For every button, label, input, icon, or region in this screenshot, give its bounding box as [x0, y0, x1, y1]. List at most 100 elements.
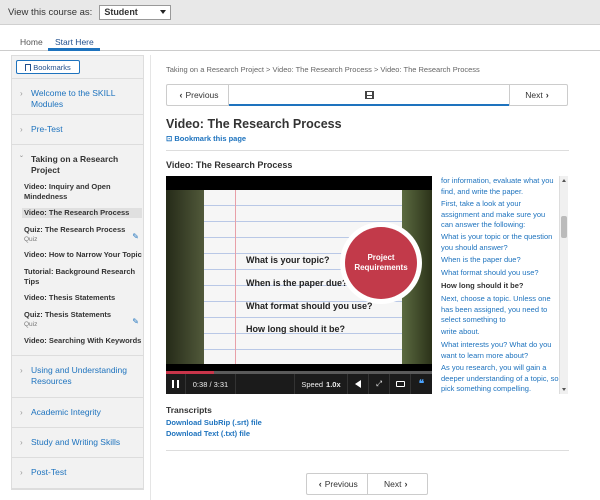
- video-question: What format should you use?: [246, 301, 373, 311]
- volume-icon: [355, 380, 361, 388]
- chevron-right-icon: ›: [20, 89, 23, 98]
- chevron-right-icon: ›: [20, 438, 23, 447]
- sidebar-item-thesis-quiz[interactable]: Quiz: Thesis Statements Quiz ✎: [24, 310, 142, 330]
- previous-label: Previous: [185, 90, 219, 100]
- sidebar-section-research-project[interactable]: ˇ Taking on a Research Project Video: Inq…: [12, 144, 143, 355]
- closed-captions-icon: [395, 381, 405, 387]
- transcript-line[interactable]: write about.: [441, 327, 559, 338]
- transcript-line[interactable]: As you research, you will gain a deeper …: [441, 363, 559, 395]
- video-section-title: Video: The Research Process: [166, 160, 293, 170]
- sidebar-section-study-writing[interactable]: › Study and Writing Skills: [12, 427, 143, 457]
- film-icon: [364, 91, 374, 99]
- closed-captions-button[interactable]: [390, 374, 411, 394]
- sidebar-section-academic-integrity[interactable]: › Academic Integrity: [12, 397, 143, 427]
- sidebar-section-label: Taking on a Research Project: [31, 154, 119, 175]
- video-question: When is the paper due?: [246, 278, 348, 288]
- bookmark-page-label: Bookmark this page: [174, 134, 247, 143]
- course-tabs: Home Start Here: [0, 25, 600, 51]
- sidebar-section-label: Using and Understanding Resources: [31, 365, 127, 386]
- video-frame[interactable]: What is your topic? When is the paper du…: [166, 190, 432, 364]
- previous-unit-button[interactable]: ‹ Previous: [167, 85, 229, 105]
- bottom-previous-button[interactable]: ‹ Previous: [307, 474, 368, 494]
- chevron-left-icon: ‹: [318, 479, 322, 489]
- transcript-line[interactable]: What interests you? What do you want to …: [441, 340, 559, 361]
- breadcrumb: Taking on a Research Project > Video: Th…: [166, 65, 480, 74]
- transcript-toggle-button[interactable]: ❝: [411, 374, 432, 394]
- next-label: Next: [384, 479, 402, 489]
- view-as-value: Student: [104, 7, 138, 17]
- sidebar-section-resources[interactable]: › Using and Understanding Resources: [12, 355, 143, 397]
- sidebar-item-thesis-video[interactable]: Video: Thesis Statements: [24, 293, 142, 303]
- download-srt-link[interactable]: Download SubRip (.srt) file: [166, 418, 262, 427]
- unit-navigation: ‹ Previous Next ›: [166, 84, 568, 106]
- edit-icon: ✎: [132, 232, 139, 241]
- view-as-label: View this course as:: [8, 6, 93, 18]
- sidebar-section-label: Academic Integrity: [31, 407, 101, 417]
- bottom-next-button[interactable]: Next ›: [368, 474, 428, 494]
- transcript-line[interactable]: First, take a look at your assignment an…: [441, 199, 559, 231]
- speed-button[interactable]: Speed 1.0x: [294, 374, 348, 394]
- tab-start-here[interactable]: Start Here: [55, 37, 94, 47]
- video-controls: 0:38 / 3:31 Speed 1.0x ⤢ ❝: [166, 374, 432, 394]
- transcript-line[interactable]: What is your topic or the question you s…: [441, 232, 559, 253]
- bookmarks-label: Bookmarks: [33, 62, 71, 72]
- sidebar-section-welcome[interactable]: › Welcome to the SKILL Modules: [12, 78, 143, 114]
- project-requirements-badge: Project Requirements: [345, 227, 417, 299]
- transcript-line-current[interactable]: How long should it be?: [441, 281, 559, 292]
- chevron-right-icon: ›: [20, 125, 23, 134]
- sidebar-section-label: Pre-Test: [31, 124, 63, 134]
- fullscreen-button[interactable]: ⤢: [369, 374, 390, 394]
- bookmark-icon: [25, 63, 32, 71]
- chevron-right-icon: ›: [545, 90, 549, 100]
- page-title: Video: The Research Process: [166, 117, 342, 131]
- pause-button[interactable]: [166, 374, 186, 394]
- sidebar-item-research-process-quiz[interactable]: Quiz: The Research Process Quiz ✎: [24, 225, 142, 245]
- transcript-line[interactable]: When is the paper due?: [441, 255, 559, 266]
- transcript-line[interactable]: What format should you use?: [441, 268, 559, 279]
- bookmark-icon: ⊡: [166, 134, 173, 143]
- chevron-down-icon: ˇ: [20, 155, 23, 164]
- video-question: How long should it be?: [246, 324, 345, 334]
- sidebar-section-pre-test[interactable]: › Pre-Test: [12, 114, 143, 144]
- sidebar-item-background-research-tutorial[interactable]: Tutorial: Background Research Tips: [24, 267, 142, 287]
- badge-line: Requirements: [354, 263, 408, 272]
- sidebar-item-label: Quiz: Thesis Statements: [24, 310, 112, 319]
- unit-tab-video[interactable]: [229, 85, 509, 105]
- download-txt-link[interactable]: Download Text (.txt) file: [166, 429, 250, 438]
- video-player[interactable]: What is your topic? When is the paper du…: [166, 176, 432, 394]
- view-as-select[interactable]: Student: [99, 4, 172, 20]
- volume-button[interactable]: [348, 374, 369, 394]
- scroll-up-icon: [562, 179, 566, 182]
- quiz-type-label: Quiz: [24, 236, 38, 243]
- sidebar-item-research-process-video[interactable]: Video: The Research Process: [22, 208, 142, 218]
- scroll-down-icon: [562, 388, 566, 391]
- sidebar-section-post-test[interactable]: › Post-Test: [12, 457, 143, 489]
- video-spacer: [236, 374, 294, 394]
- sidebar-item-label: Quiz: The Research Process: [24, 225, 126, 234]
- chevron-right-icon: ›: [20, 408, 23, 417]
- next-label: Next: [525, 90, 543, 100]
- paper-margin-line: [235, 190, 236, 364]
- sidebar-section-label: Welcome to the SKILL Modules: [31, 88, 116, 109]
- chevron-down-icon: [160, 10, 167, 14]
- next-unit-button[interactable]: Next ›: [509, 85, 567, 105]
- scrollbar-thumb[interactable]: [561, 216, 567, 238]
- divider: [166, 150, 569, 151]
- previous-label: Previous: [324, 479, 358, 489]
- video-background: [166, 190, 204, 364]
- bottom-pager: ‹ Previous Next ›: [306, 473, 428, 495]
- video-time: 0:38 / 3:31: [186, 374, 236, 394]
- transcript-panel[interactable]: for information, evaluate what you find,…: [437, 176, 568, 394]
- sidebar-item-keywords-video[interactable]: Video: Searching With Keywords: [24, 336, 142, 346]
- transcript-line[interactable]: for information, evaluate what you find,…: [441, 176, 559, 197]
- sidebar-item-inquiry-video[interactable]: Video: Inquiry and Open Mindedness: [24, 182, 142, 202]
- sidebar-item-narrow-topic-video[interactable]: Video: How to Narrow Your Topic: [24, 250, 142, 260]
- sidebar-section-label: Study and Writing Skills: [31, 437, 121, 447]
- tab-home[interactable]: Home: [20, 37, 43, 47]
- course-view-bar: View this course as: Student: [0, 0, 600, 25]
- badge-line: Project: [367, 253, 395, 262]
- bookmarks-button[interactable]: Bookmarks: [16, 60, 80, 74]
- transcript-scrollbar[interactable]: [559, 176, 568, 394]
- bookmark-page-link[interactable]: ⊡ Bookmark this page: [166, 134, 246, 143]
- transcript-line[interactable]: Next, choose a topic. Unless one has bee…: [441, 294, 559, 326]
